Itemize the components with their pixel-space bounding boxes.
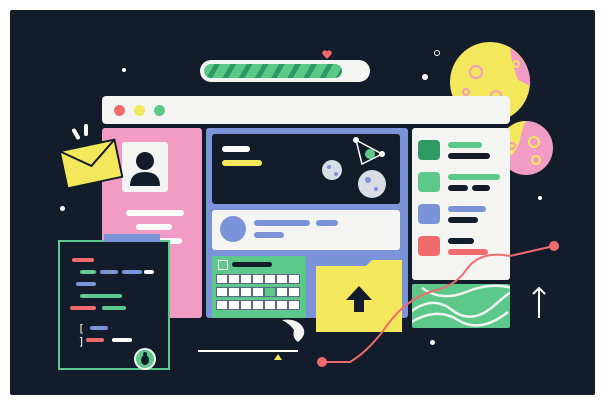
illustration-canvas: [ ] (10, 10, 595, 395)
trend-line (317, 241, 559, 367)
